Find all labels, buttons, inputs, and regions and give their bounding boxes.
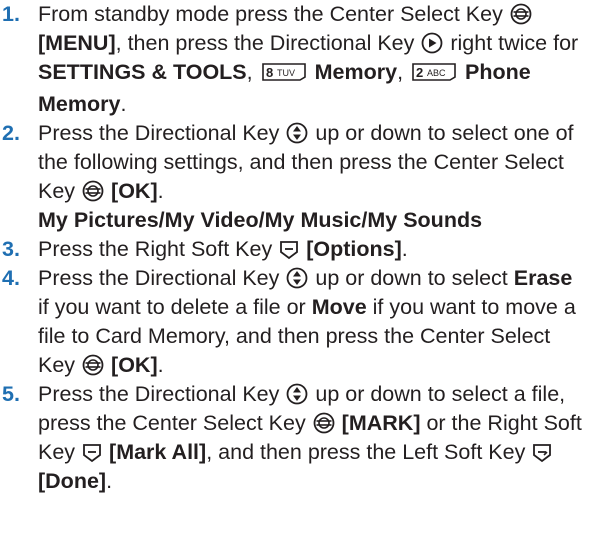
step-number: 5. (2, 382, 20, 406)
center-select-key-icon (82, 180, 104, 202)
erase-label: Erase (513, 266, 573, 290)
punctuation: . (157, 353, 164, 377)
move-label: Move (311, 295, 367, 319)
center-select-key-icon (82, 354, 104, 376)
key-8-tuv-icon: 8 TUV (261, 61, 307, 90)
svg-text:8: 8 (266, 65, 273, 80)
step-text: right twice for (450, 31, 579, 55)
punctuation: . (120, 92, 127, 116)
step-text: up or down to select (315, 266, 508, 290)
punctuation: . (157, 179, 164, 203)
punctuation: , (397, 60, 404, 84)
directional-right-icon (421, 32, 443, 54)
step-text: , then press the Directional Key (115, 31, 415, 55)
left-soft-key-icon (532, 443, 552, 463)
directional-updown-icon (286, 122, 308, 144)
step-text: Press the Right Soft Key (38, 237, 273, 261)
step-number: 2. (2, 121, 20, 145)
ok-label: [OK] (111, 353, 158, 377)
step-4: 4. Press the Directional Key up or down … (2, 264, 584, 380)
key-2-label: ABC (427, 68, 446, 78)
step-5: 5. Press the Directional Key up or down … (2, 380, 584, 496)
step-text: From standby mode press the Center Selec… (38, 2, 503, 26)
step-number: 3. (2, 237, 20, 261)
step-1: 1. From standby mode press the Center Se… (2, 0, 584, 119)
options-label: [Options] (306, 237, 402, 261)
ok-label: [OK] (111, 179, 158, 203)
step-text: Press the Directional Key (38, 382, 280, 406)
step-number: 1. (2, 2, 20, 26)
key-8-label: TUV (277, 68, 295, 78)
right-soft-key-icon (82, 443, 102, 463)
center-select-key-icon (313, 412, 335, 434)
step-3: 3. Press the Right Soft Key [Options]. (2, 235, 584, 264)
step-text: , and then press the Left Soft Key (206, 440, 526, 464)
step-text: Press the Directional Key (38, 266, 280, 290)
step-text: Press the Directional Key (38, 121, 280, 145)
directional-updown-icon (286, 267, 308, 289)
svg-text:2: 2 (416, 65, 423, 80)
center-select-key-icon (510, 3, 532, 25)
mark-all-label: [Mark All] (109, 440, 207, 464)
settings-options: My Pictures/My Video/My Music/My Sounds (38, 208, 483, 232)
key-2-abc-icon: 2 ABC (411, 61, 457, 90)
punctuation: . (106, 469, 113, 493)
punctuation: , (246, 60, 253, 84)
mark-label: [MARK] (341, 411, 421, 435)
right-soft-key-icon (279, 240, 299, 260)
step-text: if you want to delete a file or (38, 295, 306, 319)
step-number: 4. (2, 266, 20, 290)
settings-tools-label: SETTINGS & TOOLS (38, 60, 247, 84)
done-label: [Done] (38, 469, 107, 493)
step-2: 2. Press the Directional Key up or down … (2, 119, 584, 206)
instructions: 1. From standby mode press the Center Se… (0, 0, 590, 496)
directional-updown-icon (286, 383, 308, 405)
punctuation: . (401, 237, 408, 261)
memory-label: Memory (314, 60, 398, 84)
menu-label: [MENU] (38, 31, 116, 55)
